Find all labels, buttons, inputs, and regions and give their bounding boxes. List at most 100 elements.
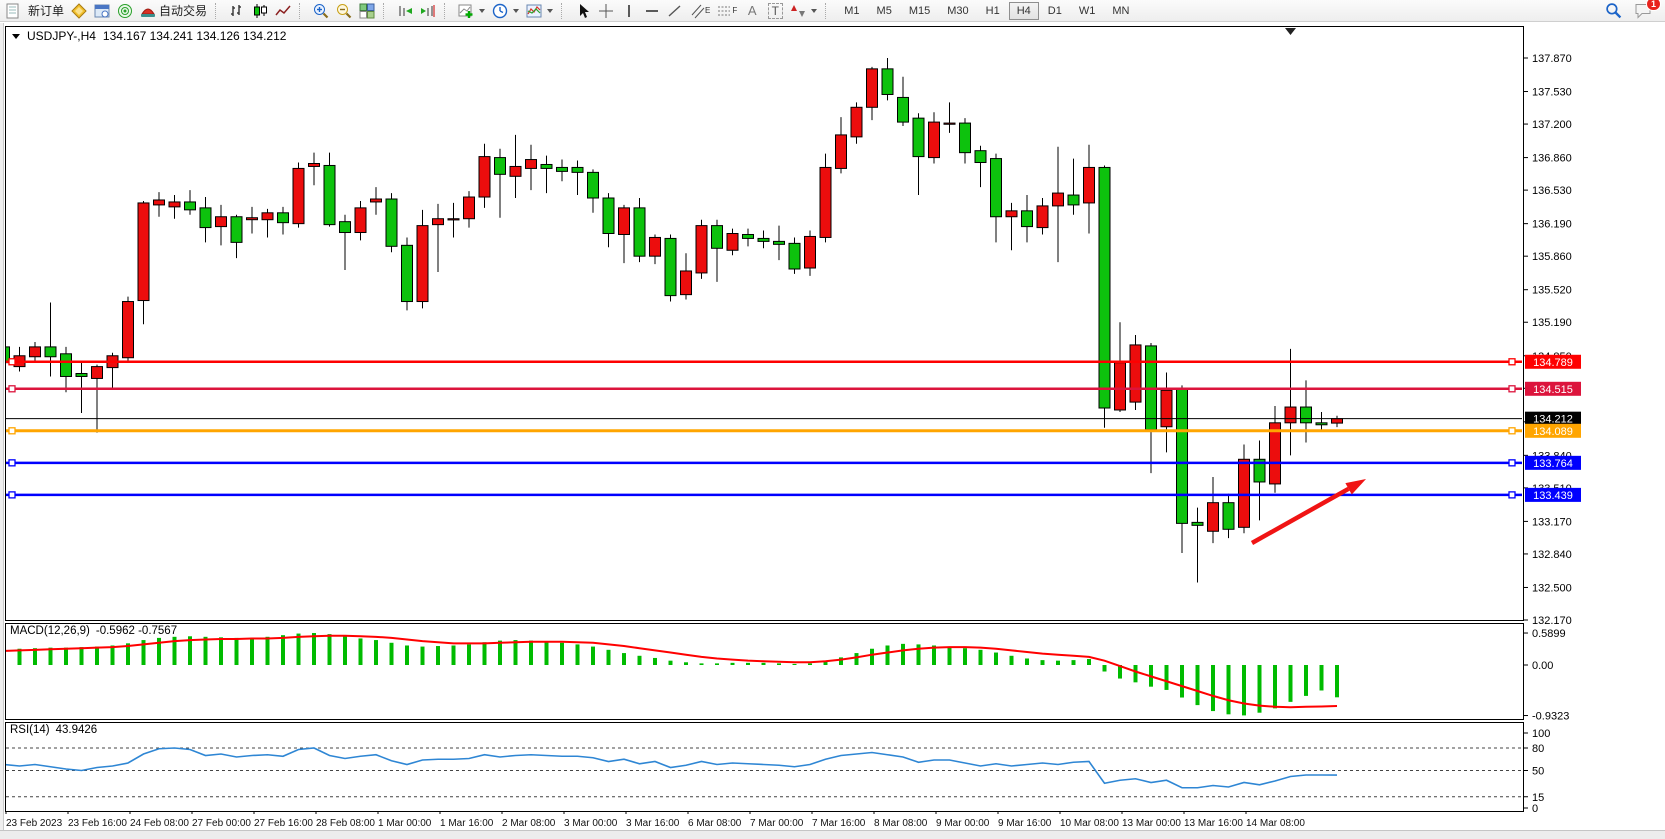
line-handle[interactable] <box>9 460 15 466</box>
period-button-h1[interactable]: H1 <box>978 2 1008 20</box>
price-axis[interactable]: 137.870137.530137.200136.860136.530136.1… <box>1523 53 1572 627</box>
status-bar <box>0 830 1665 839</box>
candle-body <box>960 123 971 153</box>
candle-body <box>1285 407 1296 423</box>
svg-text:-0.9323: -0.9323 <box>1532 711 1569 723</box>
candle-body <box>371 199 382 202</box>
indicators-menu-button[interactable] <box>455 1 488 20</box>
price-chart-canvas[interactable]: 137.870137.530137.200136.860136.530136.1… <box>0 0 1665 839</box>
file-button[interactable] <box>2 1 24 20</box>
period-button-mn[interactable]: MN <box>1104 2 1137 20</box>
macd-bar <box>700 663 704 665</box>
time-axis[interactable]: 23 Feb 202323 Feb 16:0024 Feb 08:0027 Fe… <box>6 811 1305 829</box>
candle-body <box>510 166 521 176</box>
line-handle[interactable] <box>9 492 15 498</box>
candle-body <box>572 167 583 172</box>
svg-text:135.520: 135.520 <box>1532 285 1572 297</box>
period-button-m5[interactable]: M5 <box>869 2 900 20</box>
rsi-panel[interactable] <box>6 723 1524 812</box>
macd-bar <box>1320 665 1324 690</box>
line-handle[interactable] <box>9 359 15 365</box>
candle-body <box>665 238 676 295</box>
candle-body <box>1053 193 1064 206</box>
fibonacci-tool-button[interactable]: F <box>714 1 740 20</box>
market-watch-button[interactable] <box>91 1 113 20</box>
trendline-tool-button[interactable] <box>664 1 686 20</box>
candle-body <box>76 374 87 377</box>
line-handle[interactable] <box>1509 386 1515 392</box>
svg-text:133.170: 133.170 <box>1532 516 1572 528</box>
period-button-h4[interactable]: H4 <box>1009 2 1039 20</box>
search-button[interactable] <box>1602 1 1625 20</box>
macd-bar <box>1087 659 1091 665</box>
dropdown-caret-icon <box>547 9 553 13</box>
candle-body <box>1332 419 1343 423</box>
line-chart-button[interactable] <box>272 1 294 20</box>
horizontal-line-tool-button[interactable] <box>641 1 663 20</box>
macd-bar <box>1025 658 1029 665</box>
chart-shift-button[interactable] <box>417 1 439 20</box>
period-button-d1[interactable]: D1 <box>1040 2 1070 20</box>
macd-bar <box>1165 665 1169 690</box>
candle-body <box>340 222 351 233</box>
main-chart-panel[interactable] <box>6 27 1524 621</box>
line-handle[interactable] <box>9 428 15 434</box>
line-handle[interactable] <box>1509 460 1515 466</box>
candle-body <box>45 347 56 357</box>
bar-chart-button[interactable] <box>226 1 248 20</box>
radar-icon <box>117 3 133 19</box>
line-handle[interactable] <box>1509 428 1515 434</box>
line-handle[interactable] <box>1509 359 1515 365</box>
macd-axis[interactable]: 0.58990.00-0.9323 <box>1523 628 1569 723</box>
line-handle[interactable] <box>1509 492 1515 498</box>
zoom-out-button[interactable] <box>333 1 355 20</box>
channel-tool-button[interactable]: E <box>687 1 713 20</box>
svg-text:28 Feb 08:00: 28 Feb 08:00 <box>316 818 375 829</box>
candle-body <box>92 367 103 379</box>
period-button-m15[interactable]: M15 <box>901 2 938 20</box>
text-tool-button[interactable]: A <box>741 1 763 20</box>
text-label-icon: T <box>768 3 783 19</box>
svg-text:9 Mar 00:00: 9 Mar 00:00 <box>936 818 990 829</box>
macd-bar <box>715 663 719 665</box>
vertical-line-tool-button[interactable] <box>618 1 640 20</box>
candle-body <box>774 241 785 244</box>
period-button-m1[interactable]: M1 <box>836 2 867 20</box>
candle-body <box>293 168 304 223</box>
svg-text:7 Mar 16:00: 7 Mar 16:00 <box>812 818 866 829</box>
macd-bar <box>1103 665 1107 672</box>
text-label-tool-button[interactable]: T <box>764 1 786 20</box>
macd-bar <box>95 647 99 665</box>
autotrading-button[interactable]: 自动交易 <box>137 1 210 20</box>
arrows-tool-button[interactable] <box>787 1 820 20</box>
candle-body <box>1177 389 1188 523</box>
profile-button[interactable] <box>68 1 90 20</box>
toolbar-separator <box>215 3 222 19</box>
price-badge-label: 134.789 <box>1533 357 1573 369</box>
line-handle[interactable] <box>9 386 15 392</box>
macd-bar <box>281 635 285 665</box>
cursor-tool-button[interactable] <box>572 1 594 20</box>
periods-menu-button[interactable] <box>489 1 522 20</box>
auto-scroll-button[interactable] <box>394 1 416 20</box>
new-order-button[interactable]: 新订单 <box>25 1 67 20</box>
period-button-w1[interactable]: W1 <box>1071 2 1104 20</box>
macd-bar <box>1304 665 1308 696</box>
candle-body <box>557 167 568 171</box>
rsi-axis[interactable]: 1008050150 <box>1523 728 1550 815</box>
candlestick-chart-button[interactable] <box>249 1 271 20</box>
period-button-m30[interactable]: M30 <box>939 2 976 20</box>
navigator-button[interactable] <box>114 1 136 20</box>
candle-body <box>696 226 707 273</box>
zoom-in-button[interactable] <box>310 1 332 20</box>
bar-chart-icon <box>229 3 245 19</box>
candle-body <box>1161 390 1172 426</box>
macd-panel[interactable] <box>6 624 1524 720</box>
macd-bar <box>436 646 440 665</box>
crosshair-tool-button[interactable] <box>595 1 617 20</box>
svg-text:136.530: 136.530 <box>1532 185 1572 197</box>
templates-menu-button[interactable] <box>523 1 556 20</box>
candle-body <box>588 172 599 198</box>
zoom-out-icon <box>336 3 352 19</box>
tile-windows-button[interactable] <box>356 1 378 20</box>
